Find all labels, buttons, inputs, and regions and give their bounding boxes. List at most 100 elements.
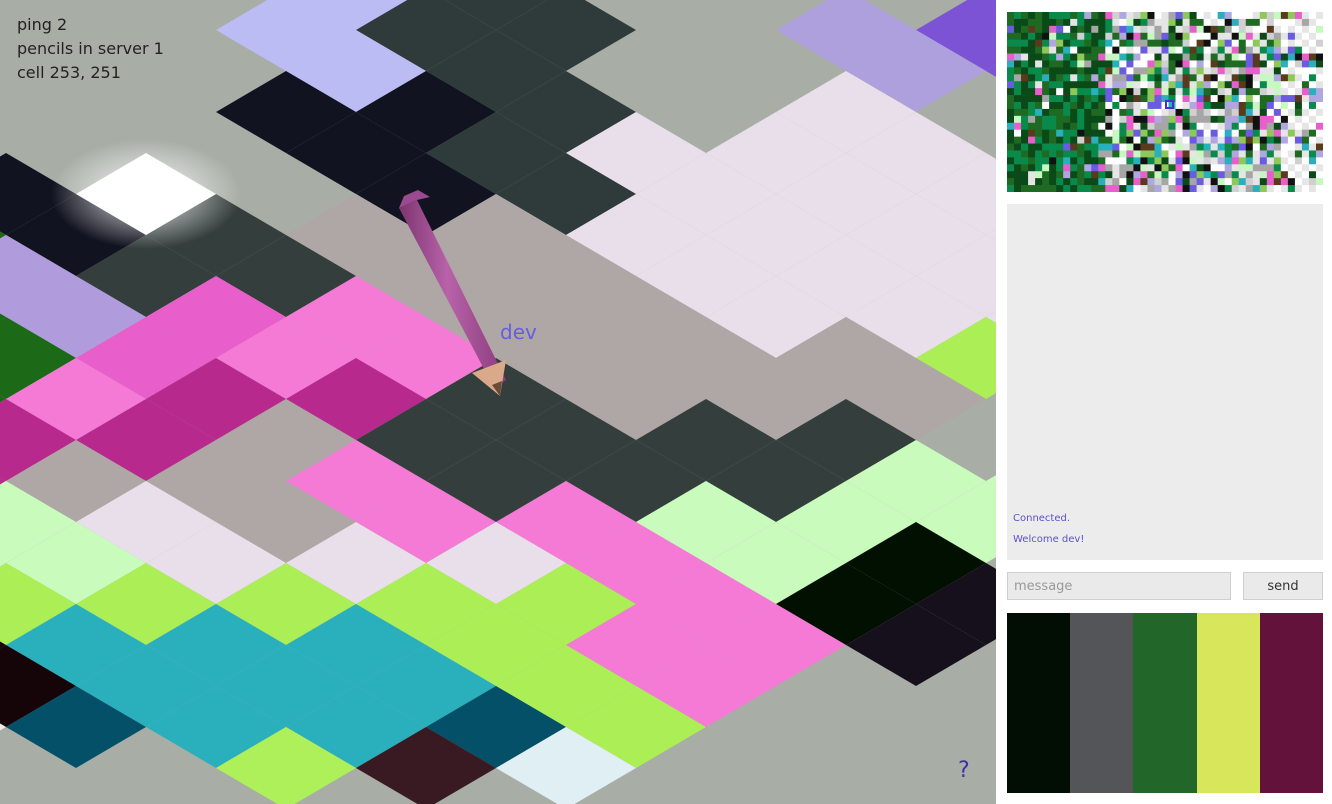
minimap-cell xyxy=(1294,81,1303,89)
palette-swatch[interactable] xyxy=(1259,613,1324,793)
minimap-cell xyxy=(1028,67,1036,75)
minimap-cell xyxy=(1077,185,1085,192)
minimap-cell xyxy=(1098,67,1106,75)
minimap-cell xyxy=(1266,164,1275,172)
minimap-cell xyxy=(1112,88,1120,96)
minimap-cell xyxy=(1021,178,1029,186)
minimap-cell xyxy=(1259,129,1268,138)
minimap-cell xyxy=(1168,12,1176,20)
minimap-cell xyxy=(1049,25,1057,34)
minimap-cell xyxy=(1161,164,1169,172)
minimap-cell xyxy=(1252,88,1261,96)
minimap-cell xyxy=(1077,46,1085,54)
minimap-cell xyxy=(1063,88,1071,96)
minimap-cell xyxy=(1119,157,1127,165)
minimap-cell xyxy=(1210,102,1219,110)
minimap-cell xyxy=(1196,108,1205,117)
game-viewport[interactable]: dev ping 2 pencils in server 1 cell 253,… xyxy=(0,0,996,804)
minimap-cell xyxy=(1077,136,1085,144)
minimap-cell xyxy=(1063,81,1071,89)
palette-swatch[interactable] xyxy=(1196,613,1260,793)
minimap-cell xyxy=(1287,67,1296,75)
minimap-cell xyxy=(1252,25,1261,34)
minimap-cell xyxy=(1252,164,1261,172)
minimap-cell xyxy=(1168,67,1176,75)
minimap-cell xyxy=(1084,18,1092,27)
minimap-cell xyxy=(1168,88,1176,96)
minimap-cell xyxy=(1091,46,1099,54)
minimap-cell xyxy=(1056,102,1064,110)
minimap[interactable] xyxy=(1007,12,1323,192)
minimap-cell xyxy=(1315,129,1323,138)
minimap-cell xyxy=(1105,67,1113,75)
minimap-cell xyxy=(1056,18,1064,27)
minimap-cell xyxy=(1119,60,1127,68)
minimap-cell xyxy=(1084,74,1092,82)
minimap-cell xyxy=(1203,136,1212,144)
minimap-cell xyxy=(1049,74,1057,82)
minimap-cell xyxy=(1112,74,1120,82)
minimap-cell xyxy=(1084,60,1092,68)
help-button[interactable]: ? xyxy=(958,758,970,783)
minimap-cell xyxy=(1210,136,1219,144)
minimap-cell xyxy=(1154,12,1162,20)
send-button[interactable]: send xyxy=(1243,572,1323,600)
minimap-cell xyxy=(1294,108,1303,117)
minimap-cell xyxy=(1280,102,1289,110)
minimap-cell xyxy=(1224,25,1233,34)
minimap-cell xyxy=(1189,122,1197,131)
minimap-cell xyxy=(1098,108,1106,117)
message-input[interactable] xyxy=(1007,572,1231,600)
minimap-cell xyxy=(1266,122,1275,131)
minimap-cell xyxy=(1147,164,1155,172)
palette-swatch[interactable] xyxy=(1070,613,1134,793)
minimap-cell xyxy=(1098,12,1106,20)
minimap-cell xyxy=(1203,129,1212,138)
minimap-cell xyxy=(1147,122,1155,131)
minimap-cell xyxy=(1182,12,1190,20)
minimap-cell xyxy=(1014,164,1022,172)
minimap-cell xyxy=(1252,46,1261,54)
minimap-cell xyxy=(1077,53,1085,61)
minimap-cell xyxy=(1217,108,1226,117)
minimap-cell xyxy=(1070,67,1078,75)
minimap-cell xyxy=(1175,81,1183,89)
minimap-cell xyxy=(1182,25,1190,34)
minimap-cell xyxy=(1287,95,1296,103)
minimap-cell xyxy=(1273,25,1282,34)
minimap-cell xyxy=(1280,32,1289,41)
minimap-cell xyxy=(1245,129,1254,138)
minimap-cell xyxy=(1238,39,1247,48)
minimap-cell xyxy=(1280,25,1289,34)
minimap-cell xyxy=(1028,122,1036,131)
minimap-cell xyxy=(1245,157,1254,165)
minimap-cell xyxy=(1042,171,1050,179)
minimap-cell xyxy=(1014,67,1022,75)
minimap-cell xyxy=(1287,178,1296,186)
minimap-cell xyxy=(1238,74,1247,82)
minimap-cell xyxy=(1231,171,1240,179)
minimap-cell xyxy=(1105,95,1113,103)
minimap-cell xyxy=(1028,136,1036,144)
minimap-cell xyxy=(1049,32,1057,41)
minimap-cell xyxy=(1063,102,1071,110)
isometric-world[interactable]: dev xyxy=(0,0,996,804)
minimap-cell xyxy=(1182,171,1190,179)
minimap-cell xyxy=(1294,171,1303,179)
minimap-cell xyxy=(1203,150,1212,158)
minimap-cell xyxy=(1315,108,1323,117)
minimap-cell xyxy=(1070,32,1078,41)
palette-swatch[interactable] xyxy=(1007,613,1071,793)
minimap-cell xyxy=(1161,171,1169,179)
minimap-cell xyxy=(1280,18,1289,27)
minimap-cell xyxy=(1210,115,1219,124)
minimap-cell xyxy=(1273,32,1282,41)
minimap-cell xyxy=(1070,157,1078,165)
minimap-cell xyxy=(1252,12,1261,20)
palette-swatch[interactable] xyxy=(1133,613,1197,793)
minimap-cell xyxy=(1231,136,1240,144)
minimap-cell xyxy=(1112,39,1120,48)
minimap-cell xyxy=(1098,95,1106,103)
minimap-cell xyxy=(1014,102,1022,110)
minimap-cell xyxy=(1091,25,1099,34)
